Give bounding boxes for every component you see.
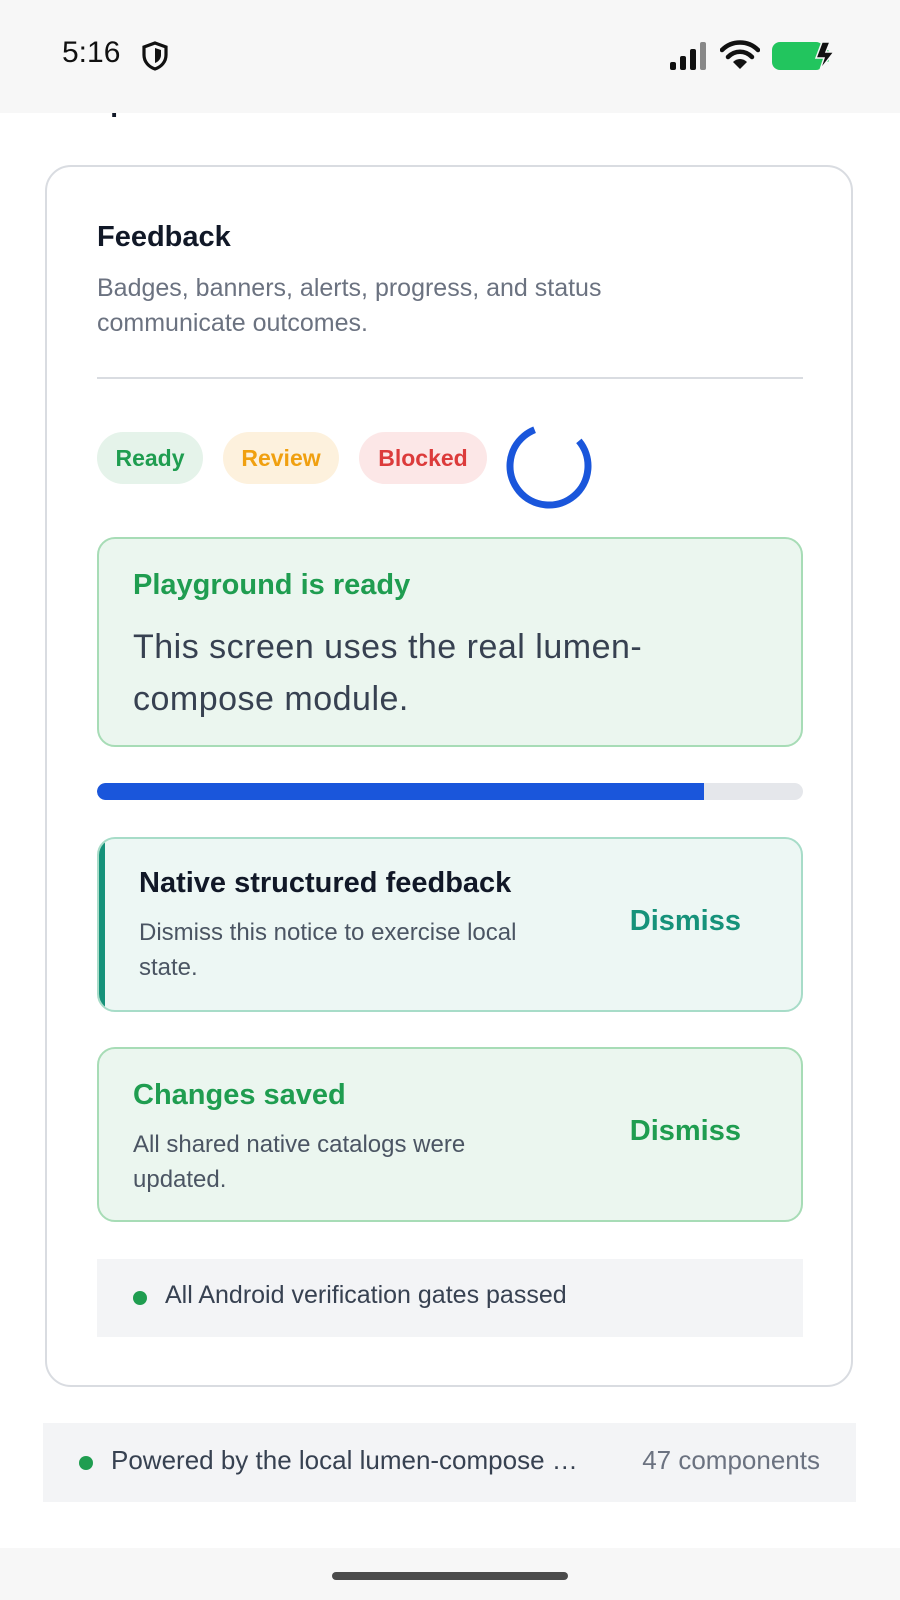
shield-icon: [142, 41, 168, 71]
home-indicator[interactable]: [332, 1572, 568, 1580]
status-time: 5:16: [62, 36, 121, 69]
progress-fill: [97, 783, 705, 800]
success-banner: Playground is ready This screen uses the…: [97, 537, 803, 747]
wifi-icon: [720, 40, 760, 69]
divider: [97, 377, 803, 379]
status-badge-review: Review: [223, 432, 339, 484]
banner-title: Playground is ready: [133, 569, 411, 601]
card-title: Feedback: [97, 221, 231, 253]
alert-dismiss-button[interactable]: Dismiss: [630, 1115, 741, 1148]
status-dot-icon: [79, 1456, 93, 1470]
status-bar: 5:16: [0, 0, 900, 113]
card-description: Badges, banners, alerts, progress, and s…: [97, 274, 602, 337]
verification-status-row: All Android verification gates passed: [97, 1259, 803, 1337]
alert-title: Changes saved: [133, 1079, 346, 1111]
component-count: 47 components: [642, 1445, 820, 1475]
notice-accent-bar: [99, 839, 105, 1010]
battery-charging-icon: [772, 41, 836, 71]
changes-saved-alert: Changes saved All shared native catalogs…: [97, 1047, 803, 1222]
navigation-bar: [0, 1548, 900, 1600]
signal-icon: [670, 42, 706, 70]
feedback-card: Feedback Badges, banners, alerts, progre…: [45, 165, 853, 1387]
footer-bar: Powered by the local lumen-compose modul…: [43, 1423, 856, 1502]
badge-row: Ready Review Blocked: [97, 423, 803, 522]
footer-text: Powered by the local lumen-compose modul…: [111, 1445, 593, 1475]
status-dot-icon: [133, 1291, 147, 1305]
notice-dismiss-button[interactable]: Dismiss: [630, 905, 741, 938]
status-badge-blocked: Blocked: [359, 432, 487, 484]
progress-bar: [97, 783, 803, 800]
status-badge-ready: Ready: [97, 432, 203, 484]
alert-body: All shared native catalogs were updated.: [133, 1131, 466, 1193]
banner-body: This screen uses the real lumen-compose …: [133, 628, 643, 718]
structured-notice: Native structured feedback Dismiss this …: [97, 837, 803, 1012]
verification-status-text: All Android verification gates passed: [165, 1281, 567, 1309]
notice-body: Dismiss this notice to exercise local st…: [139, 919, 517, 981]
notice-title: Native structured feedback: [139, 867, 512, 899]
loading-spinner-icon: [506, 423, 592, 509]
